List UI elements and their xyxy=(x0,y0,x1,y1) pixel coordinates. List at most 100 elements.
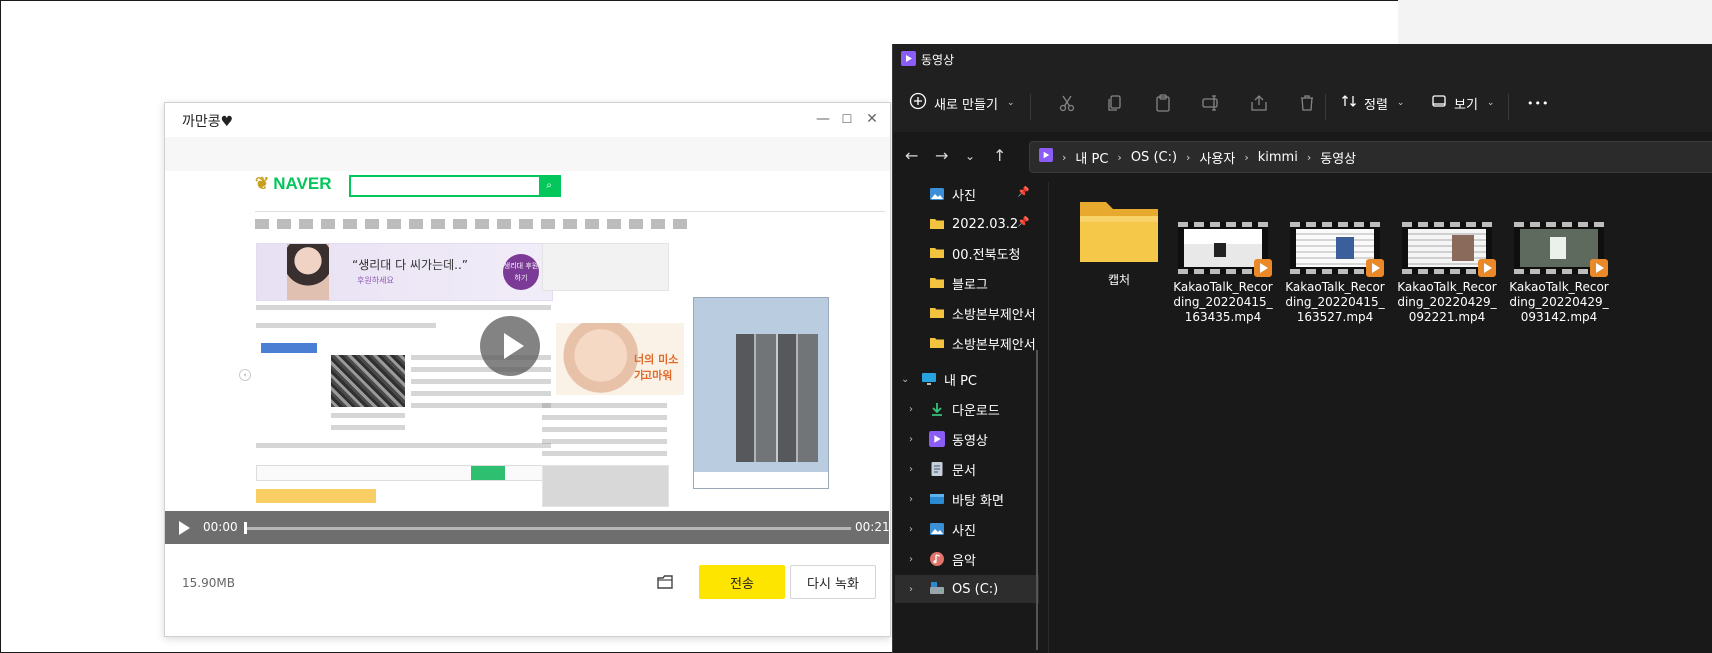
chevron-right-icon[interactable]: › xyxy=(909,434,923,445)
share-icon[interactable] xyxy=(1249,93,1269,113)
sidebar-item-desktop[interactable]: › 바탕 화면 xyxy=(909,485,1039,513)
sidebar-item-downloads[interactable]: › 다운로드 xyxy=(909,395,1039,423)
news-caption xyxy=(331,413,405,431)
breadcrumb-videos[interactable]: 동영상 xyxy=(1320,148,1356,167)
sidebar-scrollbar[interactable] xyxy=(1036,350,1038,650)
video-play-badge-icon xyxy=(1254,259,1272,277)
file-name: KakaoTalk_Recording_20220429_092221.mp4 xyxy=(1397,280,1497,324)
forward-arrow-icon[interactable]: → xyxy=(935,146,948,165)
maximize-button[interactable]: ☐ xyxy=(837,109,857,129)
breadcrumb-chevron-icon: › xyxy=(1186,150,1191,164)
send-button[interactable]: 전송 xyxy=(699,565,785,599)
view-label: 보기 xyxy=(1454,97,1478,113)
news-tag xyxy=(261,343,317,353)
sidebar-item-music[interactable]: › 음악 xyxy=(909,545,1039,573)
sort-label: 정렬 xyxy=(1364,97,1388,113)
sidebar-item-documents[interactable]: › 문서 xyxy=(909,455,1039,483)
paste-icon[interactable] xyxy=(1153,93,1173,113)
pin-icon: 📌 xyxy=(1017,187,1030,198)
news-header xyxy=(256,323,436,335)
sidebar-item-label: 다운로드 xyxy=(952,403,1000,419)
chevron-right-icon[interactable]: › xyxy=(909,554,923,565)
file-size: 15.90MB xyxy=(182,576,235,590)
videos-folder-icon xyxy=(901,51,916,66)
sidebar-item-videos[interactable]: › 동영상 xyxy=(909,425,1039,453)
chevron-right-icon[interactable]: › xyxy=(909,584,923,595)
explorer-titlebar: 동영상 xyxy=(893,44,1712,74)
file-name: 캡처 xyxy=(1107,273,1131,287)
copy-icon[interactable] xyxy=(1105,93,1125,113)
sidebar-item-2022-03-28[interactable]: 2022.03.28 xyxy=(929,210,1017,238)
breadcrumb-chevron-icon: › xyxy=(1244,150,1249,164)
file-item-video-3[interactable]: KakaoTalk_Recording_20220429_092221.mp4 xyxy=(1397,180,1497,325)
breadcrumb-os-c[interactable]: OS (C:) xyxy=(1131,150,1177,165)
sidebar-item-jeonbuk[interactable]: 00.전북도청 xyxy=(929,239,1039,267)
delete-icon[interactable] xyxy=(1297,93,1317,113)
folder-icon xyxy=(929,216,945,232)
play-icon[interactable] xyxy=(179,521,190,535)
documents-icon xyxy=(929,461,945,477)
folder-icon xyxy=(929,245,945,261)
breadcrumb-users[interactable]: 사용자 xyxy=(1199,148,1235,167)
banner-badge: 생리대 후원하기 xyxy=(503,254,539,290)
chevron-down-icon[interactable]: ⌄ xyxy=(901,374,915,385)
close-button[interactable]: ✕ xyxy=(862,109,882,129)
big-play-icon[interactable] xyxy=(480,316,540,376)
topic-tab-active xyxy=(471,466,505,480)
chevron-right-icon[interactable]: › xyxy=(909,524,923,535)
file-item-video-2[interactable]: KakaoTalk_Recording_20220415_163527.mp4 xyxy=(1285,180,1385,325)
login-box xyxy=(542,243,669,291)
chevron-right-icon[interactable]: › xyxy=(909,464,923,475)
chevron-right-icon[interactable]: › xyxy=(909,494,923,505)
video-player[interactable]: ❦ NAVER ⌕ “생리대 다 씨가는데..” 후원하세요 생리대 후원하기 너… xyxy=(165,171,889,544)
re-record-button[interactable]: 다시 녹화 xyxy=(790,565,876,599)
minimize-button[interactable]: — xyxy=(813,109,833,129)
video-thumbnail xyxy=(1514,222,1608,277)
view-button[interactable]: 보기 ⌄ xyxy=(1431,88,1494,118)
address-bar[interactable]: › 내 PC › OS (C:) › 사용자 › kimmi › 동영상 xyxy=(1029,141,1712,173)
topic-tabs xyxy=(256,465,553,481)
breadcrumb-chevron-icon: › xyxy=(1062,150,1067,164)
pane-splitter[interactable] xyxy=(1048,182,1049,653)
sidebar-item-proposal-1[interactable]: 소방본부제안서 xyxy=(929,299,1039,327)
videos-location-icon xyxy=(1039,148,1053,166)
promo-strip xyxy=(256,489,376,503)
breadcrumb-kimmi[interactable]: kimmi xyxy=(1258,150,1298,165)
new-label: 새로 만들기 xyxy=(934,97,998,113)
seek-handle[interactable] xyxy=(244,522,247,534)
sidebar-item-os-c[interactable]: › OS (C:) xyxy=(895,575,1039,603)
back-arrow-icon[interactable]: ← xyxy=(905,146,918,165)
chevron-right-icon[interactable]: › xyxy=(909,404,923,415)
news-photo xyxy=(331,355,405,407)
up-arrow-icon[interactable]: ↑ xyxy=(993,146,1006,165)
pin-icon: 📌 xyxy=(1017,217,1030,228)
music-icon xyxy=(929,551,945,567)
recent-locations-chevron-icon[interactable]: ⌄ xyxy=(965,149,975,163)
pc-icon xyxy=(921,371,937,387)
file-item-video-1[interactable]: KakaoTalk_Recording_20220415_163435.mp4 xyxy=(1173,180,1273,325)
sidebar-item-my-pc[interactable]: ⌄ 내 PC xyxy=(901,365,1039,393)
seek-bar[interactable] xyxy=(244,527,851,530)
cut-icon[interactable] xyxy=(1057,93,1077,113)
ad-banner: “생리대 다 씨가는데..” 후원하세요 생리대 후원하기 xyxy=(256,243,553,301)
explorer-title: 동영상 xyxy=(921,53,955,67)
open-folder-icon[interactable] xyxy=(655,572,675,592)
breadcrumb-my-pc[interactable]: 내 PC xyxy=(1075,148,1108,167)
sidebar-item-label: 블로그 xyxy=(952,277,988,293)
divider xyxy=(255,211,885,212)
sidebar-item-pictures[interactable]: › 사진 xyxy=(909,515,1039,543)
search-icon: ⌕ xyxy=(539,177,559,195)
sidebar-item-proposal-2[interactable]: 소방본부제안서 xyxy=(929,329,1039,357)
video-thumbnail xyxy=(1402,222,1496,277)
sidebar-item-blog[interactable]: 블로그 xyxy=(929,269,1039,297)
new-button[interactable]: 새로 만들기 ⌄ xyxy=(909,88,1014,118)
file-item-video-4[interactable]: KakaoTalk_Recording_20220429_093142.mp4 xyxy=(1509,180,1609,325)
file-item-capture-folder[interactable]: 캡처 xyxy=(1069,180,1169,288)
folder-icon xyxy=(929,305,945,321)
player-controls: 00:00 00:21 xyxy=(165,511,889,544)
sort-button[interactable]: 정렬 ⌄ xyxy=(1341,88,1404,118)
more-options-icon[interactable]: ••• xyxy=(1527,88,1549,118)
desktop-background xyxy=(1398,0,1712,44)
rename-icon[interactable] xyxy=(1201,93,1221,113)
folder-icon xyxy=(929,275,945,291)
